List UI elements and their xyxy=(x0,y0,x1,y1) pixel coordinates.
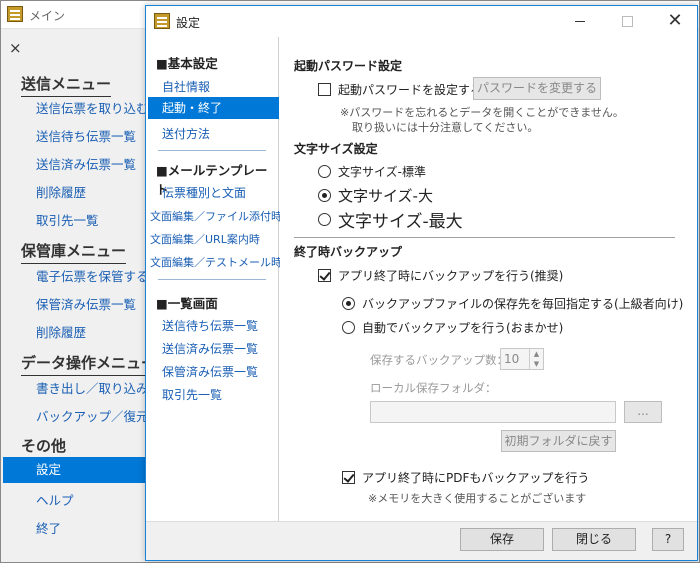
menu-item-import-send[interactable]: 送信伝票を取り込む xyxy=(36,98,149,117)
maximize-button xyxy=(613,10,641,32)
pdf-backup-label[interactable]: アプリ終了時にPDFもバックアップを行う xyxy=(362,469,589,486)
minimize-button[interactable] xyxy=(566,10,594,32)
menu-item-partners[interactable]: 取引先一覧 xyxy=(36,210,99,229)
password-checkbox-label[interactable]: 起動パスワードを設定する xyxy=(338,81,482,98)
font-size-section-heading: 文字サイズ設定 xyxy=(294,142,378,156)
settings-dialog: 設定 ✕ ■基本設定 自社情報 起動・終了 送付方法 ■メールテンプレート 伝票… xyxy=(145,5,698,561)
backup-section-heading: 終了時バックアップ xyxy=(294,245,403,259)
main-window-title: メイン xyxy=(29,9,66,23)
backup-count-value: 10 xyxy=(504,352,520,366)
close-button[interactable]: 閉じる xyxy=(552,528,636,551)
menu-item-backup-restore[interactable]: バックアップ／復元 xyxy=(36,406,149,425)
menu-item-delete-history[interactable]: 削除履歴 xyxy=(36,182,86,201)
nav-item-company-info[interactable]: 自社情報 xyxy=(162,78,210,95)
menu-section-storage: 保管庫メニュー xyxy=(21,240,127,264)
menu-item-stored-list[interactable]: 保管済み伝票一覧 xyxy=(36,294,136,313)
menu-section-send: 送信メニュー xyxy=(21,73,112,97)
backup-count-label: 保存するバックアップ数： xyxy=(370,353,508,367)
menu-item-store-edoc[interactable]: 電子伝票を保管する xyxy=(36,266,149,285)
nav-item-sent-list[interactable]: 送信済み伝票一覧 xyxy=(162,340,258,357)
local-folder-field[interactable] xyxy=(370,401,616,423)
pdf-backup-note: ※メモリを大きく使用することがございます xyxy=(368,492,587,505)
settings-content: 起動パスワード設定 起動パスワードを設定する パスワードを変更する ※パスワード… xyxy=(280,37,697,521)
menu-item-exit[interactable]: 終了 xyxy=(36,518,61,537)
font-size-standard-radio[interactable] xyxy=(318,165,331,178)
nav-divider xyxy=(158,150,266,151)
nav-divider xyxy=(158,279,266,280)
menu-section-data: データ操作メニュー xyxy=(21,352,157,376)
settings-nav: ■基本設定 自社情報 起動・終了 送付方法 ■メールテンプレート 伝票種別と文面… xyxy=(146,37,282,521)
nav-item-doc-type-text[interactable]: 伝票種別と文面 xyxy=(162,184,246,201)
backup-count-stepper[interactable]: 10 ▲ ▼ xyxy=(500,348,544,370)
menu-section-other: その他 xyxy=(21,435,67,459)
font-size-large-radio[interactable] xyxy=(318,189,331,202)
dialog-title: 設定 xyxy=(176,16,201,30)
close-menu-icon[interactable]: × xyxy=(9,39,22,57)
help-button[interactable]: ? xyxy=(652,528,684,551)
menu-item-pending-list[interactable]: 送信待ち伝票一覧 xyxy=(36,126,136,145)
dialog-titlebar: 設定 ✕ xyxy=(146,6,697,37)
stepper-down-icon[interactable]: ▼ xyxy=(529,359,543,369)
menu-item-storage-delete-history[interactable]: 削除履歴 xyxy=(36,322,86,341)
nav-item-startup-exit[interactable]: 起動・終了 xyxy=(148,97,279,119)
backup-manual-label[interactable]: バックアップファイルの保存先を毎回指定する(上級者向け) xyxy=(362,295,683,312)
backup-manual-radio[interactable] xyxy=(342,297,355,310)
change-password-button[interactable]: パスワードを変更する xyxy=(473,77,601,100)
font-size-large-label[interactable]: 文字サイズ-大 xyxy=(338,185,433,206)
app-logo-icon xyxy=(154,13,170,29)
section-divider xyxy=(294,237,675,238)
close-icon[interactable]: ✕ xyxy=(661,10,689,32)
nav-item-partners[interactable]: 取引先一覧 xyxy=(162,386,222,403)
password-section-heading: 起動パスワード設定 xyxy=(294,59,403,73)
nav-item-edit-url[interactable]: 文面編集／URL案内時 xyxy=(150,231,260,247)
dialog-footer: 保存 閉じる ? xyxy=(146,521,697,560)
menu-item-help[interactable]: ヘルプ xyxy=(36,490,74,509)
password-note-1: ※パスワードを忘れるとデータを開くことができません。 xyxy=(340,106,624,119)
backup-on-exit-checkbox[interactable] xyxy=(318,269,331,282)
nav-item-edit-attachment[interactable]: 文面編集／ファイル添付時 xyxy=(150,208,282,224)
reset-folder-button[interactable]: 初期フォルダに戻す xyxy=(501,430,616,452)
menu-item-sent-list[interactable]: 送信済み伝票一覧 xyxy=(36,154,136,173)
save-button[interactable]: 保存 xyxy=(460,528,544,551)
password-checkbox[interactable] xyxy=(318,83,331,96)
local-folder-label: ローカル保存フォルダ： xyxy=(370,381,497,395)
stepper-up-icon[interactable]: ▲ xyxy=(529,349,543,359)
menu-item-export-import[interactable]: 書き出し／取り込み xyxy=(36,378,149,397)
backup-on-exit-label[interactable]: アプリ終了時にバックアップを行う(推奨) xyxy=(338,267,563,284)
nav-section-list: ■一覧画面 xyxy=(156,296,218,311)
menu-item-settings[interactable]: 設定 xyxy=(3,457,147,483)
font-size-max-label[interactable]: 文字サイズ-最大 xyxy=(338,207,463,232)
browse-folder-button[interactable]: ... xyxy=(624,401,662,423)
backup-auto-label[interactable]: 自動でバックアップを行う(おまかせ) xyxy=(362,319,563,336)
pdf-backup-checkbox[interactable] xyxy=(342,471,355,484)
nav-section-basic: ■基本設定 xyxy=(156,56,218,71)
backup-auto-radio[interactable] xyxy=(342,321,355,334)
nav-item-pending-list[interactable]: 送信待ち伝票一覧 xyxy=(162,317,258,334)
password-note-2: 取り扱いには十分注意してください。 xyxy=(352,121,539,134)
app-logo-icon xyxy=(7,6,23,22)
nav-item-delivery-method[interactable]: 送付方法 xyxy=(162,125,210,142)
font-size-standard-label[interactable]: 文字サイズ-標準 xyxy=(338,163,426,180)
nav-item-edit-testmail[interactable]: 文面編集／テストメール時 xyxy=(150,254,282,270)
nav-item-stored-list[interactable]: 保管済み伝票一覧 xyxy=(162,363,258,380)
font-size-max-radio[interactable] xyxy=(318,213,331,226)
